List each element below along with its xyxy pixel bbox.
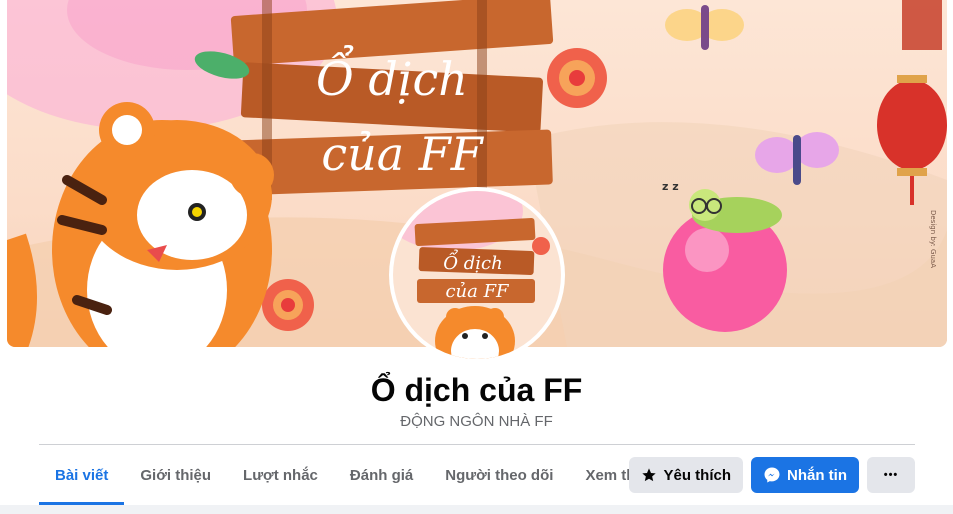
tab-label: Người theo dõi [445,466,554,484]
sleep-z-icon: z z [662,180,679,193]
sign-text-line2: của FF [321,127,484,181]
tab-label: Đánh giá [349,466,414,484]
profile-illustration: Ổ dịch của FF [393,191,550,359]
sign-text-line1: Ổ dịch [316,44,468,106]
tab-label: Giới thiệu [140,466,212,484]
tab-mentions[interactable]: Lượt nhắc [227,453,334,497]
page-tabs: Bài viết Giới thiệu Lượt nhắc Đánh giá N… [39,453,689,505]
like-button[interactable]: Yêu thích [629,457,743,493]
messenger-icon [763,466,781,484]
wooden-sign: Ổ dịch của FF [230,0,554,200]
butterfly-icon [665,5,744,50]
avatar-sign-line2: của FF [445,281,510,302]
tab-label: Lượt nhắc [243,466,318,484]
cover-credit: Design by: GuaA [929,210,937,268]
profile-picture[interactable]: Ổ dịch của FF [389,187,565,363]
like-button-label: Yêu thích [663,466,731,484]
more-dots-icon: ••• [883,469,899,481]
flower-icon [262,279,314,331]
message-button[interactable]: Nhắn tin [751,457,859,493]
tab-reviews[interactable]: Đánh giá [334,453,429,497]
more-options-button[interactable]: ••• [867,457,915,493]
star-icon [641,467,657,483]
message-button-label: Nhắn tin [787,466,847,484]
tab-posts[interactable]: Bài viết [39,453,125,505]
tab-label: Bài viết [55,466,109,484]
tab-followers[interactable]: Người theo dõi [429,453,569,497]
flower-icon [547,48,607,108]
tab-about[interactable]: Giới thiệu [124,453,227,497]
page-actions: Yêu thích Nhắn tin ••• [629,457,915,493]
page-title: Ổ dịch của FF [370,372,583,408]
divider [39,444,915,445]
page-header: Ổ dịch của FF z z Design by: GuaA Ổ dịch… [0,0,953,505]
page-category: ĐỘNG NGÔN NHÀ FF [400,413,553,430]
